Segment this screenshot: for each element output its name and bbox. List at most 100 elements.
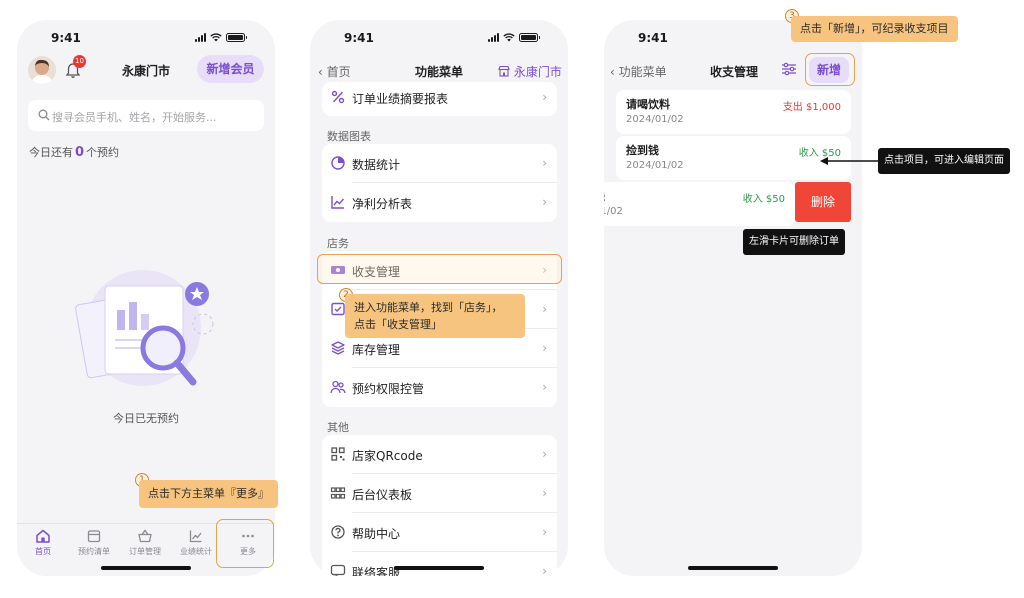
- notification-button[interactable]: 10: [65, 55, 86, 82]
- menu-item-booking-permissions[interactable]: 预约权限控管 ›: [322, 368, 557, 407]
- grid-icon: [330, 487, 346, 499]
- chevron-right-icon: ›: [542, 380, 547, 394]
- chat-icon: [330, 564, 346, 576]
- battery-icon: [519, 33, 540, 42]
- home-indicator: [101, 566, 191, 570]
- menu-item-label: 库存管理: [352, 343, 401, 357]
- transaction-card[interactable]: 捡到钱 2024/01/02 收入 $50: [616, 136, 851, 180]
- delete-button[interactable]: 删除: [795, 182, 851, 222]
- menu-item-dashboard[interactable]: 后台仪表板 ›: [322, 474, 557, 513]
- status-time: 9:41: [344, 31, 374, 45]
- highlight-add-button: [805, 53, 855, 86]
- status-bar: 9:41: [310, 30, 568, 48]
- notification-badge: 10: [73, 55, 86, 68]
- chevron-right-icon: ›: [542, 341, 547, 355]
- signal-icon: [488, 33, 499, 42]
- highlight-more-tab: [216, 519, 274, 568]
- chevron-right-icon: ›: [542, 195, 547, 209]
- transaction-amount: 支出 $1,000: [782, 102, 841, 113]
- chevron-right-icon: ›: [542, 90, 547, 104]
- users-icon: [330, 380, 346, 394]
- empty-state-text: 今日已无预约: [113, 412, 179, 425]
- help-icon: [331, 525, 345, 539]
- transaction-amount: 收入 $50: [742, 194, 785, 205]
- callout-step3: 点击「新增」，可纪录收支项目: [791, 16, 958, 42]
- menu-item-label: 后台仪表板: [352, 488, 413, 502]
- search-input[interactable]: 搜寻会员手机、姓名，开始服务...: [28, 100, 264, 131]
- arrow-icon: [820, 157, 880, 165]
- tab-appointments[interactable]: 预约清单: [68, 528, 120, 557]
- avatar[interactable]: [28, 56, 56, 84]
- pie-chart-icon: [331, 156, 345, 170]
- back-label: 首页: [326, 65, 351, 79]
- callout-step1: 点击下方主菜单『更多』: [139, 480, 278, 508]
- signal-icon: [195, 33, 206, 42]
- transaction-title: 捡到钱: [626, 144, 659, 157]
- back-button[interactable]: ‹ 功能菜单: [610, 63, 667, 80]
- transaction-date: 2024/01/02: [626, 160, 684, 171]
- transaction-card-swiped[interactable]: 钱 01/02 收入 $50: [604, 182, 795, 226]
- menu-item-label: 联络客服: [352, 566, 401, 576]
- chevron-right-icon: ›: [542, 447, 547, 461]
- highlight-income-expense: [317, 254, 562, 284]
- menu-item-qrcode[interactable]: 店家QRcode ›: [322, 435, 557, 474]
- transaction-title: 钱: [604, 188, 605, 204]
- tip-delete: 左滑卡片可删除订单: [743, 229, 845, 255]
- line-chart-icon: [331, 196, 345, 209]
- other-card: 店家QRcode › 后台仪表板 › 帮助中心 › 联络客服 ›: [322, 435, 557, 576]
- home-indicator: [688, 566, 778, 570]
- chevron-right-icon: ›: [542, 156, 547, 170]
- today-appointments: 今日还有 0 个预约: [29, 145, 120, 160]
- wifi-icon: [503, 33, 515, 42]
- tab-label: 业绩统计: [180, 547, 212, 556]
- tab-performance[interactable]: 业绩统计: [170, 528, 222, 557]
- menu-item-label: 预约权限控管: [352, 382, 425, 396]
- chevron-right-icon: ›: [542, 525, 547, 539]
- layers-icon: [331, 341, 345, 355]
- page-title: 收支管理: [710, 65, 759, 79]
- menu-item-label: 订单业绩摘要报表: [352, 92, 449, 106]
- checklist-icon: [331, 302, 345, 316]
- transaction-date: 2024/01/02: [626, 114, 684, 125]
- menu-item-statistics[interactable]: 数据统计 ›: [322, 144, 557, 183]
- search-placeholder: 搜寻会员手机、姓名，开始服务...: [52, 111, 217, 124]
- percent-icon: [331, 90, 345, 104]
- section-label: 数据图表: [327, 130, 371, 143]
- menu-item-label: 净利分析表: [352, 197, 413, 211]
- home-icon: [36, 529, 50, 543]
- tab-home[interactable]: 首页: [17, 528, 69, 557]
- qrcode-icon: [331, 447, 345, 461]
- chevron-right-icon: ›: [542, 486, 547, 500]
- callout-step2: 进入功能菜单，找到「店务」， 点击「收支管理」: [345, 294, 525, 338]
- wifi-icon: [210, 33, 222, 42]
- battery-icon: [226, 33, 247, 42]
- menu-item-order-summary[interactable]: 订单业绩摘要报表 ›: [322, 78, 557, 117]
- menu-item-help[interactable]: 帮助中心 ›: [322, 513, 557, 552]
- tab-label: 订单管理: [129, 547, 161, 556]
- tip-edit: 点击项目，可进入编辑页面: [878, 148, 1010, 174]
- chevron-right-icon: ›: [542, 302, 547, 316]
- income-expense-screen: 9:41 ‹ 功能菜单 收支管理 新增 请喝饮料 2024/01/02 支出 $…: [604, 20, 862, 576]
- menu-item-contact[interactable]: 联络客服 ›: [322, 552, 557, 576]
- menu-item-profit-analysis[interactable]: 净利分析表 ›: [322, 183, 557, 222]
- store-name: 永康门市: [513, 65, 562, 79]
- back-label: 功能菜单: [618, 65, 667, 79]
- transaction-date: 01/02: [604, 206, 623, 217]
- menu-item-label: 数据统计: [352, 158, 401, 172]
- add-member-button[interactable]: 新增会员: [197, 55, 264, 83]
- transaction-title: 请喝饮料: [626, 98, 670, 111]
- chevron-left-icon: ‹: [318, 65, 323, 79]
- menu-item-label: 店家QRcode: [352, 449, 423, 463]
- status-bar: 9:41: [17, 30, 275, 48]
- calendar-icon: [87, 530, 101, 543]
- tab-orders[interactable]: 订单管理: [119, 528, 171, 557]
- section-label: 其他: [327, 421, 349, 434]
- status-time: 9:41: [51, 31, 81, 45]
- chart-icon: [189, 530, 202, 543]
- search-icon: [38, 109, 50, 121]
- menu-item-label: 帮助中心: [352, 527, 401, 541]
- tab-label: 预约清单: [78, 547, 110, 556]
- transaction-card[interactable]: 请喝饮料 2024/01/02 支出 $1,000: [616, 90, 851, 134]
- section-label: 店务: [327, 237, 349, 250]
- filter-icon[interactable]: [781, 62, 797, 76]
